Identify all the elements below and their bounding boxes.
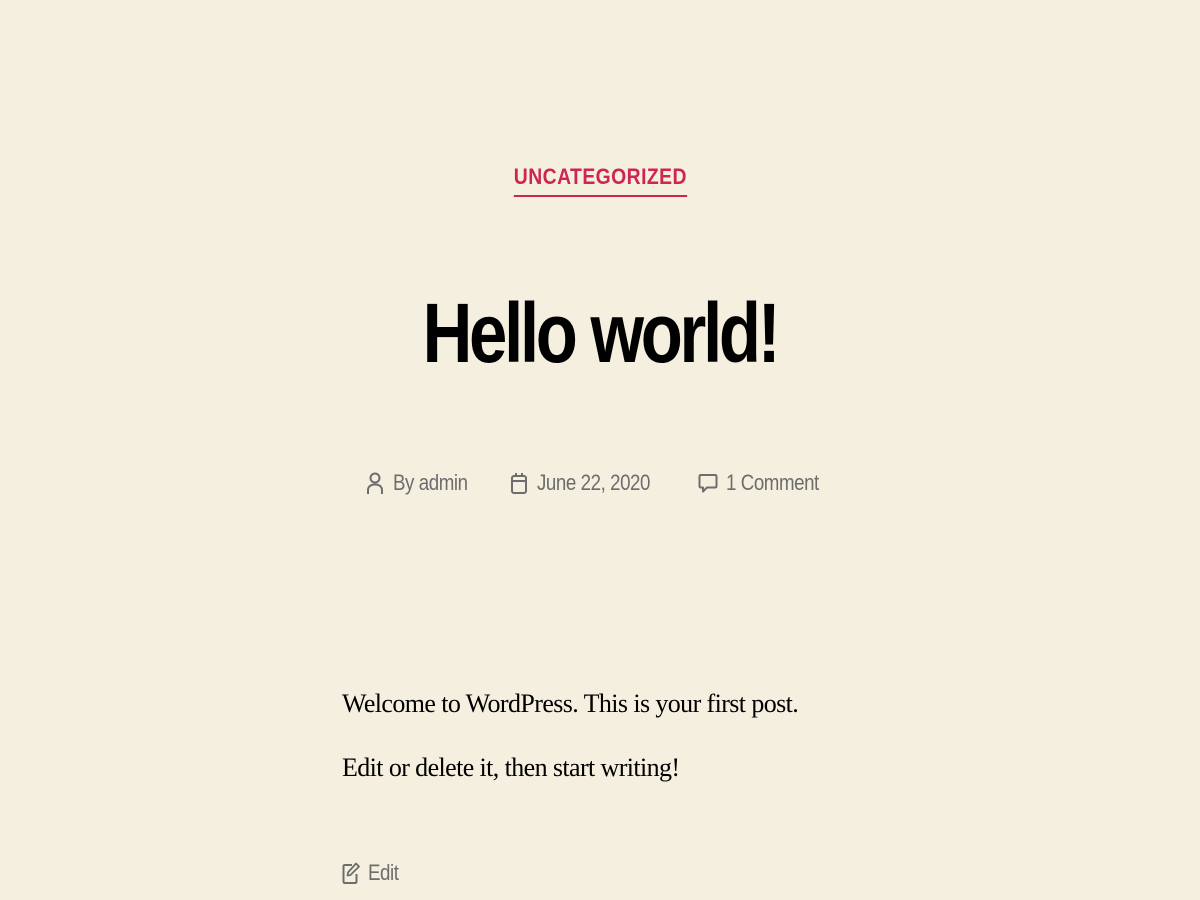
calendar-icon — [509, 471, 529, 495]
post-title: Hello world! — [422, 286, 781, 380]
post-meta: By admin June 22, 2020 1 Comment — [0, 470, 1200, 496]
user-icon — [365, 471, 385, 495]
comment-icon — [698, 471, 718, 495]
post-comments[interactable]: 1 Comment — [698, 470, 835, 496]
post-category: UNCATEGORIZED — [0, 162, 1200, 197]
comments-label[interactable]: 1 Comment — [726, 470, 819, 496]
category-link[interactable]: UNCATEGORIZED — [513, 162, 687, 197]
edit-label[interactable]: Edit — [368, 860, 399, 886]
edit-link[interactable]: Edit — [342, 860, 404, 886]
post-content: Welcome to WordPress. This is your first… — [342, 689, 799, 782]
post-author[interactable]: By admin — [365, 470, 481, 496]
date-label[interactable]: June 22, 2020 — [537, 470, 650, 496]
post-date[interactable]: June 22, 2020 — [509, 470, 670, 496]
edit-icon — [342, 862, 360, 884]
author-label[interactable]: By admin — [393, 470, 468, 496]
